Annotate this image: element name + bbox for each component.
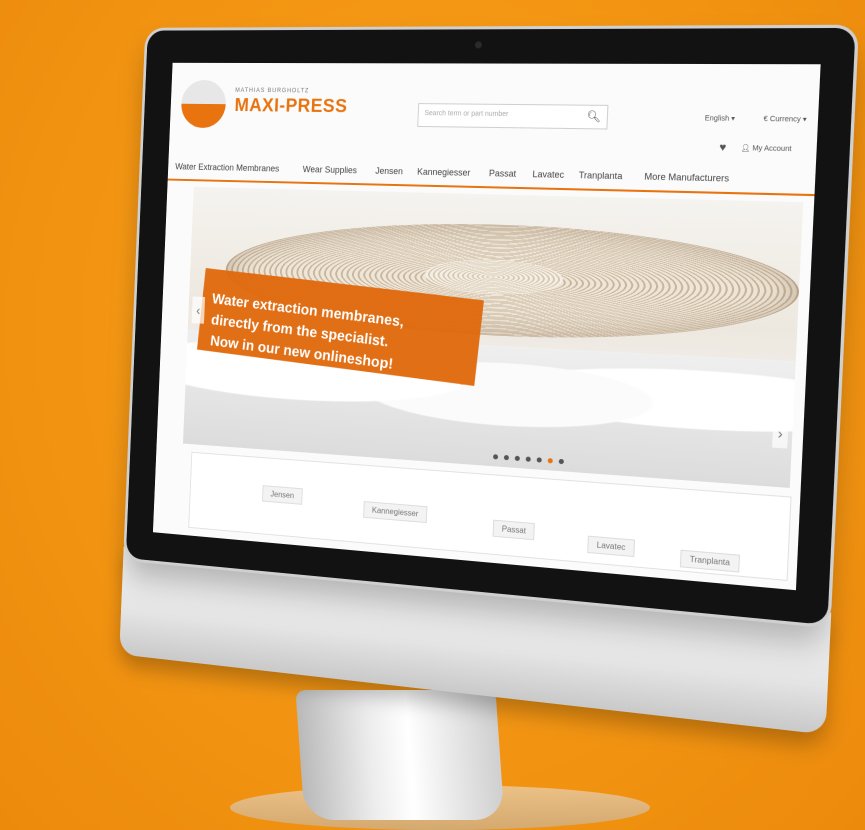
slider-dot[interactable] [558,458,564,465]
nav-item-kannegiesser[interactable]: Kannegiesser [417,167,471,178]
nav-item-wear-supplies[interactable]: Wear Supplies [303,164,358,175]
nav-item-passat[interactable]: Passat [489,168,517,179]
language-select[interactable]: English ▾ [705,114,736,123]
monitor-bezel: MATHIAS BURGHOLTZ MAXI-PRESS Search term… [125,27,856,626]
logo-tagline: MATHIAS BURGHOLTZ [235,87,310,95]
website-screen: MATHIAS BURGHOLTZ MAXI-PRESS Search term… [152,62,821,591]
monitor: MATHIAS BURGHOLTZ MAXI-PRESS Search term… [119,27,856,735]
slider-dot[interactable] [503,454,509,461]
brand-lavatec[interactable]: Lavatec [587,535,636,558]
brand-passat[interactable]: Passat [492,519,536,541]
search-input[interactable]: Search term or part number 🔍︎ [417,103,609,130]
logo[interactable] [180,79,227,129]
nav-item-lavatec[interactable]: Lavatec [532,169,564,180]
logo-name[interactable]: MAXI-PRESS [234,96,348,119]
slider-dot[interactable] [514,455,520,462]
search-placeholder: Search term or part number [424,110,509,119]
nav-item-more-manufacturers[interactable]: More Manufacturers [644,171,729,183]
currency-select[interactable]: € Currency ▾ [763,115,807,124]
chevron-right-icon[interactable]: › [772,418,789,449]
chevron-left-icon[interactable]: ‹ [191,296,206,324]
brand-jensen[interactable]: Jensen [261,485,303,505]
my-account-link[interactable]: 👤︎ My Account [740,144,791,153]
slider-dot[interactable] [525,456,531,462]
heart-icon[interactable]: ♥ [719,142,727,155]
brand-kannegiesser[interactable]: Kannegiesser [363,501,428,524]
slider-dot[interactable] [492,454,499,460]
brand-tranplanta[interactable]: Tranplanta [679,549,740,573]
nav-item-jensen[interactable]: Jensen [375,166,403,176]
account-label: My Account [752,145,792,154]
slider-dot[interactable] [547,458,553,464]
camera-icon [474,41,483,49]
nav-item-tranplanta[interactable]: Tranplanta [579,170,623,181]
nav-item-water-extraction[interactable]: Water Extraction Membranes [175,162,279,174]
hero-slider[interactable]: Water extraction membranes, directly fro… [182,186,804,488]
slider-dot[interactable] [536,457,542,463]
search-icon[interactable]: 🔍︎ [586,110,601,123]
